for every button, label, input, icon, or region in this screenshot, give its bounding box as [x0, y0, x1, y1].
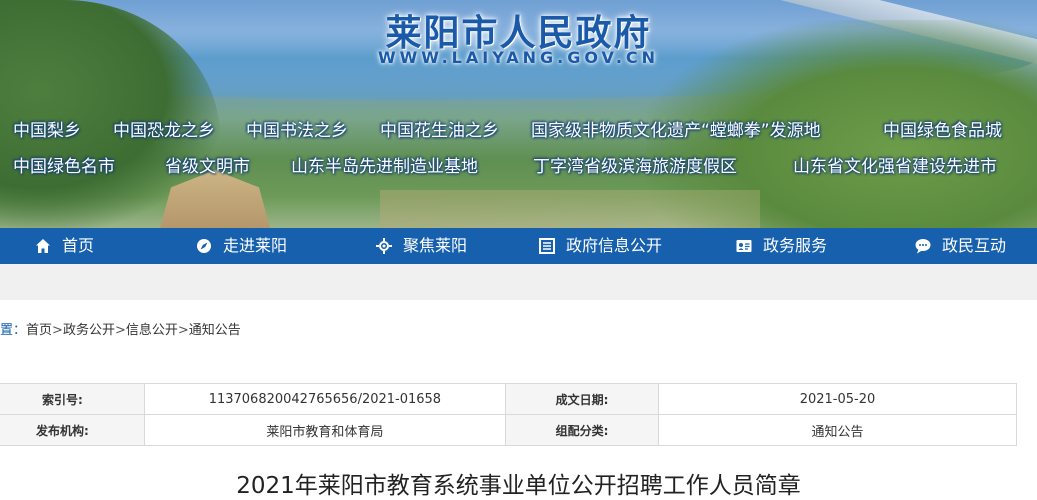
sub-header-band	[0, 264, 1037, 300]
banner-field	[380, 190, 760, 228]
compass-icon	[197, 239, 211, 253]
document-icon	[539, 238, 555, 254]
breadcrumb-separator: >	[177, 323, 189, 338]
chat-icon	[915, 239, 931, 254]
honor-item: 国家级非物质文化遗产“螳螂拳”发源地	[531, 121, 821, 141]
table-row: 索引号: 113706820042765656/2021-01658 成文日期:…	[0, 383, 1017, 415]
nav-item-label: 政务服务	[763, 236, 828, 255]
focus-icon	[376, 238, 392, 254]
honor-item: 山东半岛先进制造业基地	[291, 157, 478, 177]
document-meta-table: 索引号: 113706820042765656/2021-01658 成文日期:…	[0, 383, 1017, 446]
index-value: 113706820042765656/2021-01658	[143, 383, 507, 415]
breadcrumb: 置：首页>政务公开>信息公开>通知公告	[0, 319, 241, 338]
honor-item: 中国花生油之乡	[380, 121, 499, 141]
category-value: 通知公告	[658, 414, 1017, 446]
breadcrumb-lead: 置：	[0, 323, 27, 338]
nav-item-label: 走进莱阳	[223, 236, 288, 255]
breadcrumb-separator: >	[52, 323, 63, 338]
home-icon	[36, 239, 50, 253]
honor-item: 中国绿色食品城	[883, 121, 1002, 141]
honor-item: 中国梨乡	[13, 121, 81, 141]
honor-item: 中国恐龙之乡	[113, 121, 215, 141]
article-title: 2021年莱阳市教育系统事业单位公开招聘工作人员简章	[236, 473, 801, 499]
nav-item-label: 政府信息公开	[566, 236, 663, 255]
honor-item: 山东省文化强省建设先进市	[793, 157, 997, 177]
header-banner: 莱阳市人民政府 WWW.LAIYANG.GOV.CN 中国梨乡 中国恐龙之乡 中…	[0, 0, 1037, 228]
site-url: WWW.LAIYANG.GOV.CN	[377, 48, 660, 67]
breadcrumb-item-notices[interactable]: 通知公告	[189, 323, 241, 338]
id-card-icon	[736, 240, 752, 252]
honor-item: 省级文明市	[165, 157, 250, 177]
breadcrumb-item-info[interactable]: 信息公开	[126, 323, 178, 338]
date-value: 2021-05-20	[658, 383, 1017, 415]
breadcrumb-separator: >	[114, 323, 126, 338]
org-value: 莱阳市教育和体育局	[143, 414, 507, 446]
main-nav: 首页 走进莱阳 聚焦莱阳 政府信息公开 政务服务 政民互动	[0, 228, 1037, 264]
honor-item: 中国绿色名市	[13, 157, 115, 177]
index-label: 索引号:	[0, 383, 145, 415]
honor-item: 丁字湾省级滨海旅游度假区	[533, 157, 737, 177]
breadcrumb-item-affairs[interactable]: 政务公开	[63, 323, 115, 338]
nav-item-label: 首页	[62, 236, 95, 255]
category-label: 组配分类:	[505, 414, 660, 446]
date-label: 成文日期:	[505, 383, 660, 415]
nav-item-label: 聚焦莱阳	[403, 236, 468, 255]
honor-item: 中国书法之乡	[246, 121, 348, 141]
table-row: 发布机构: 莱阳市教育和体育局 组配分类: 通知公告	[0, 414, 1017, 446]
org-label: 发布机构:	[0, 414, 145, 446]
nav-item-label: 政民互动	[942, 236, 1007, 255]
breadcrumb-item-home[interactable]: 首页	[26, 323, 52, 338]
